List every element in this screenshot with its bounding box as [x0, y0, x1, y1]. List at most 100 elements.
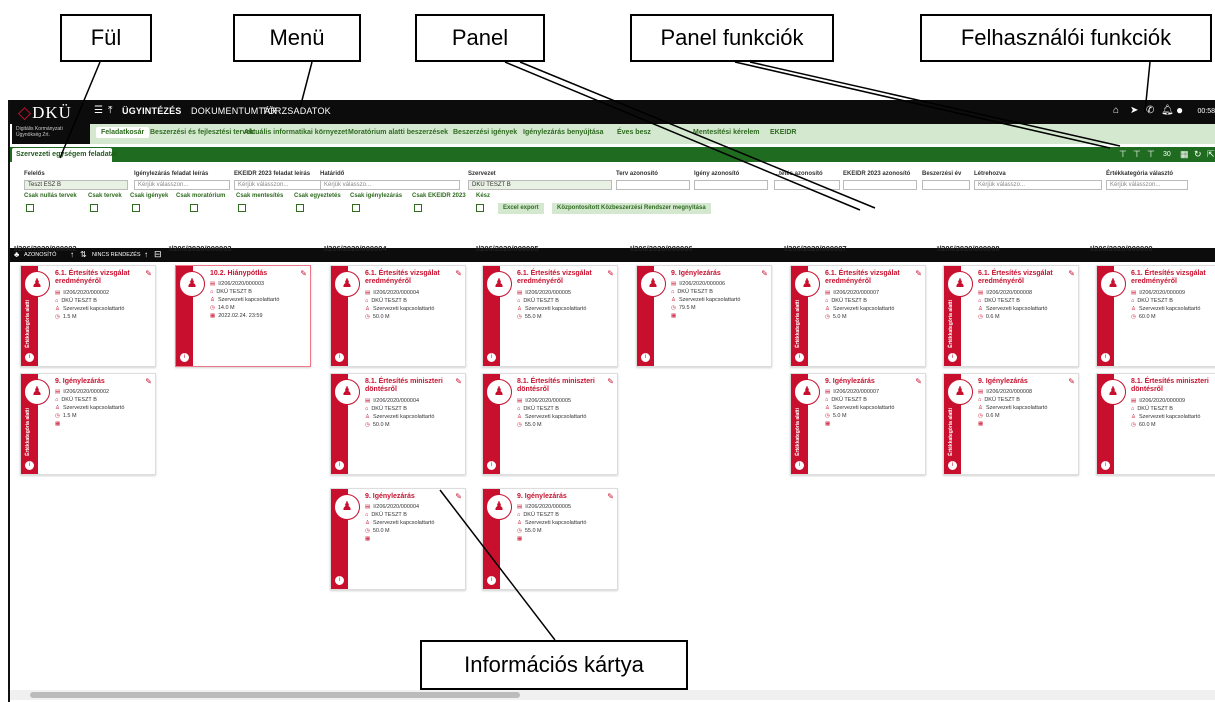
info-icon[interactable]: i	[1100, 460, 1111, 471]
bell-icon[interactable]: 🔔︎	[1161, 105, 1174, 116]
subtab-aktualis-kornyezet[interactable]: Aktuális informatikai környezet	[244, 129, 347, 136]
edit-icon[interactable]: ✎	[915, 269, 922, 278]
info-icon[interactable]: i	[947, 460, 958, 471]
information-card[interactable]: i♟8.1. Értesítés miniszteri döntésről✎▤I…	[1096, 373, 1215, 475]
igeny-input[interactable]	[694, 180, 768, 190]
grid-view-icon[interactable]: ▦	[1180, 149, 1189, 160]
checkbox-nullas[interactable]	[26, 204, 34, 212]
edit-icon[interactable]: ✎	[300, 269, 307, 278]
information-card[interactable]: Értékkategória alatti i ♟ 6.1. Értesítés vi…	[20, 265, 156, 367]
kozbeszerzesi-rendszer-button[interactable]: Központosított Közbeszerzési Rendszer me…	[552, 203, 711, 214]
subtab-igenylezaras[interactable]: Igénylezárás benyújtása	[523, 129, 604, 136]
information-card[interactable]: i ♟ 9. Igénylezárás ✎ ▤ I/206/2020/000004 ⌂ DKÜ…	[330, 488, 466, 590]
information-card[interactable]: i♟8.1. Értesítés miniszteri döntésről✎▤I…	[330, 373, 466, 475]
checkbox-tervek[interactable]	[90, 204, 98, 212]
navigate-icon[interactable]: ➤	[1130, 105, 1138, 116]
information-card[interactable]: i♟6.1. Értesítés vizsgálat eredményéről✎…	[482, 265, 618, 367]
edit-icon[interactable]: ✎	[455, 269, 462, 278]
ekeidr-azonosito-input[interactable]	[843, 180, 917, 190]
subtab-moratorium[interactable]: Moratórium alatti beszerzések	[348, 129, 448, 136]
terv-input[interactable]	[616, 180, 690, 190]
information-card[interactable]: i♟6.1. Értesítés vizsgálat eredményéről✎…	[330, 265, 466, 367]
menu-list-icon[interactable]: ☰	[94, 105, 103, 116]
szervezet-select[interactable]: DKÜ TESZT B	[468, 180, 612, 190]
igenylezaras-select[interactable]: Kérjük válasszon...	[134, 180, 230, 190]
filter-add-icon[interactable]: ⊤	[1133, 149, 1141, 160]
info-icon[interactable]: i	[179, 352, 190, 363]
checkbox-igenylezaras[interactable]	[352, 204, 360, 212]
information-card[interactable]: i ♟ 10.2. Hiánypótlás ✎ ▤ I/206/2020/000003 ⌂ D…	[175, 265, 311, 367]
info-icon[interactable]: i	[486, 460, 497, 471]
edit-icon[interactable]: ✎	[455, 377, 462, 386]
checkbox-igenyek[interactable]	[132, 204, 140, 212]
edit-icon[interactable]: ✎	[1068, 377, 1075, 386]
information-card[interactable]: i ♟ 9. Igénylezárás ✎ ▤ I/206/2020/000006 ⌂ DKÜ…	[636, 265, 772, 367]
pin-icon[interactable]: ⤒	[108, 105, 112, 116]
info-icon[interactable]: i	[24, 352, 35, 363]
information-card[interactable]: Értékkategória alatti i ♟ 9. Igénylezárás ✎ ▤…	[943, 373, 1079, 475]
subtab-beszerzesi-tervek[interactable]: Beszerzési és fejlesztési tervek	[150, 129, 254, 136]
checkbox-egyeztetes[interactable]	[296, 204, 304, 212]
checkbox-kesz[interactable]	[476, 204, 484, 212]
edit-icon[interactable]: ✎	[1068, 269, 1075, 278]
scrollbar-thumb[interactable]	[30, 692, 520, 698]
felelos-select[interactable]: Teszt ESZ B	[24, 180, 128, 190]
info-icon[interactable]: i	[794, 352, 805, 363]
ertekkategoria-select[interactable]: Kérjük válasszon...	[1106, 180, 1188, 190]
edit-icon[interactable]: ✎	[455, 492, 462, 501]
ekeidr-leiras-select[interactable]: Kérjük válasszon...	[234, 180, 330, 190]
home-icon[interactable]: ⌂	[1113, 105, 1119, 116]
phone-icon[interactable]: ✆	[1146, 105, 1154, 116]
filter-icon[interactable]: ⊤	[1119, 149, 1127, 160]
info-icon[interactable]: i	[334, 460, 345, 471]
information-card[interactable]: Értékkategória alatti i ♟ 9. Igénylezárás ✎ ▤…	[790, 373, 926, 475]
subtab-feladatkosar[interactable]: Feladatkosár	[96, 127, 150, 138]
edit-icon[interactable]: ✎	[145, 377, 152, 386]
subtab-mentesitesi[interactable]: Mentesítési kérelem	[693, 129, 760, 136]
edit-icon[interactable]: ✎	[607, 377, 614, 386]
information-card[interactable]: i♟6.1. Értesítés vizsgálat eredményéről✎…	[1096, 265, 1215, 367]
sort-az-icon[interactable]: ⇅	[80, 250, 87, 259]
info-icon[interactable]: i	[640, 352, 651, 363]
info-icon[interactable]: i	[24, 460, 35, 471]
subtab-beszerzesi-igenyek[interactable]: Beszerzési igények	[453, 129, 517, 136]
information-card[interactable]: Értékkategória alatti i ♟ 9. Igénylezárás ✎ ▤…	[20, 373, 156, 475]
edit-icon[interactable]: ✎	[761, 269, 768, 278]
information-card[interactable]: Értékkategória alatti i ♟ 6.1. Értesítés vi…	[943, 265, 1079, 367]
information-card[interactable]: Értékkategória alatti i ♟ 6.1. Értesítés vi…	[790, 265, 926, 367]
beszerzesi-ev-input[interactable]	[922, 180, 970, 190]
checkbox-mentesites[interactable]	[238, 204, 246, 212]
info-icon[interactable]: i	[947, 352, 958, 363]
ertesites-input[interactable]	[774, 180, 840, 190]
subtab-ekeidr[interactable]: EKEIDR	[770, 129, 796, 136]
menu-item-ugyintezes[interactable]: ÜGYINTÉZÉS	[122, 106, 182, 116]
edit-icon[interactable]: ✎	[607, 492, 614, 501]
info-icon[interactable]: i	[334, 352, 345, 363]
tab-szervezeti-egysegem[interactable]: Szervezeti egységem feladatai	[12, 148, 117, 162]
info-icon[interactable]: i	[486, 352, 497, 363]
secondary-sort-select[interactable]: NINCS RENDEZÉS	[92, 252, 141, 258]
info-icon[interactable]: i	[334, 575, 345, 586]
checkbox-ekeidr[interactable]	[414, 204, 422, 212]
menu-item-torzsadatok[interactable]: TÖRZSADATOK	[262, 106, 331, 116]
hatarido-range[interactable]: Kérjük válasszo...	[320, 180, 460, 190]
horizontal-scrollbar[interactable]	[10, 690, 1215, 700]
edit-icon[interactable]: ✎	[145, 269, 152, 278]
information-card[interactable]: i♟8.1. Értesítés miniszteri döntésről✎▤I…	[482, 373, 618, 475]
edit-icon[interactable]: ✎	[607, 269, 614, 278]
excel-export-button[interactable]: Excel export	[498, 203, 544, 214]
secondary-sort-direction-icon[interactable]: ↑	[144, 250, 148, 259]
columns-icon[interactable]: ⊟	[154, 249, 162, 260]
subtab-eves[interactable]: Éves besz	[617, 129, 651, 136]
information-card[interactable]: i ♟ 9. Igénylezárás ✎ ▤ I/206/2020/000005 ⌂ DKÜ…	[482, 488, 618, 590]
checkbox-moratorium[interactable]	[190, 204, 198, 212]
page-size-icon[interactable]: 30	[1163, 151, 1171, 158]
filter-clear-icon[interactable]: ⊤	[1147, 149, 1155, 160]
info-icon[interactable]: i	[794, 460, 805, 471]
letrehozva-range[interactable]: Kérjük válasszo...	[974, 180, 1102, 190]
refresh-icon[interactable]: ↻	[1194, 149, 1202, 160]
open-external-icon[interactable]: ⇱	[1207, 149, 1215, 160]
user-avatar-icon[interactable]: ●	[1176, 103, 1183, 117]
edit-icon[interactable]: ✎	[915, 377, 922, 386]
info-icon[interactable]: i	[486, 575, 497, 586]
